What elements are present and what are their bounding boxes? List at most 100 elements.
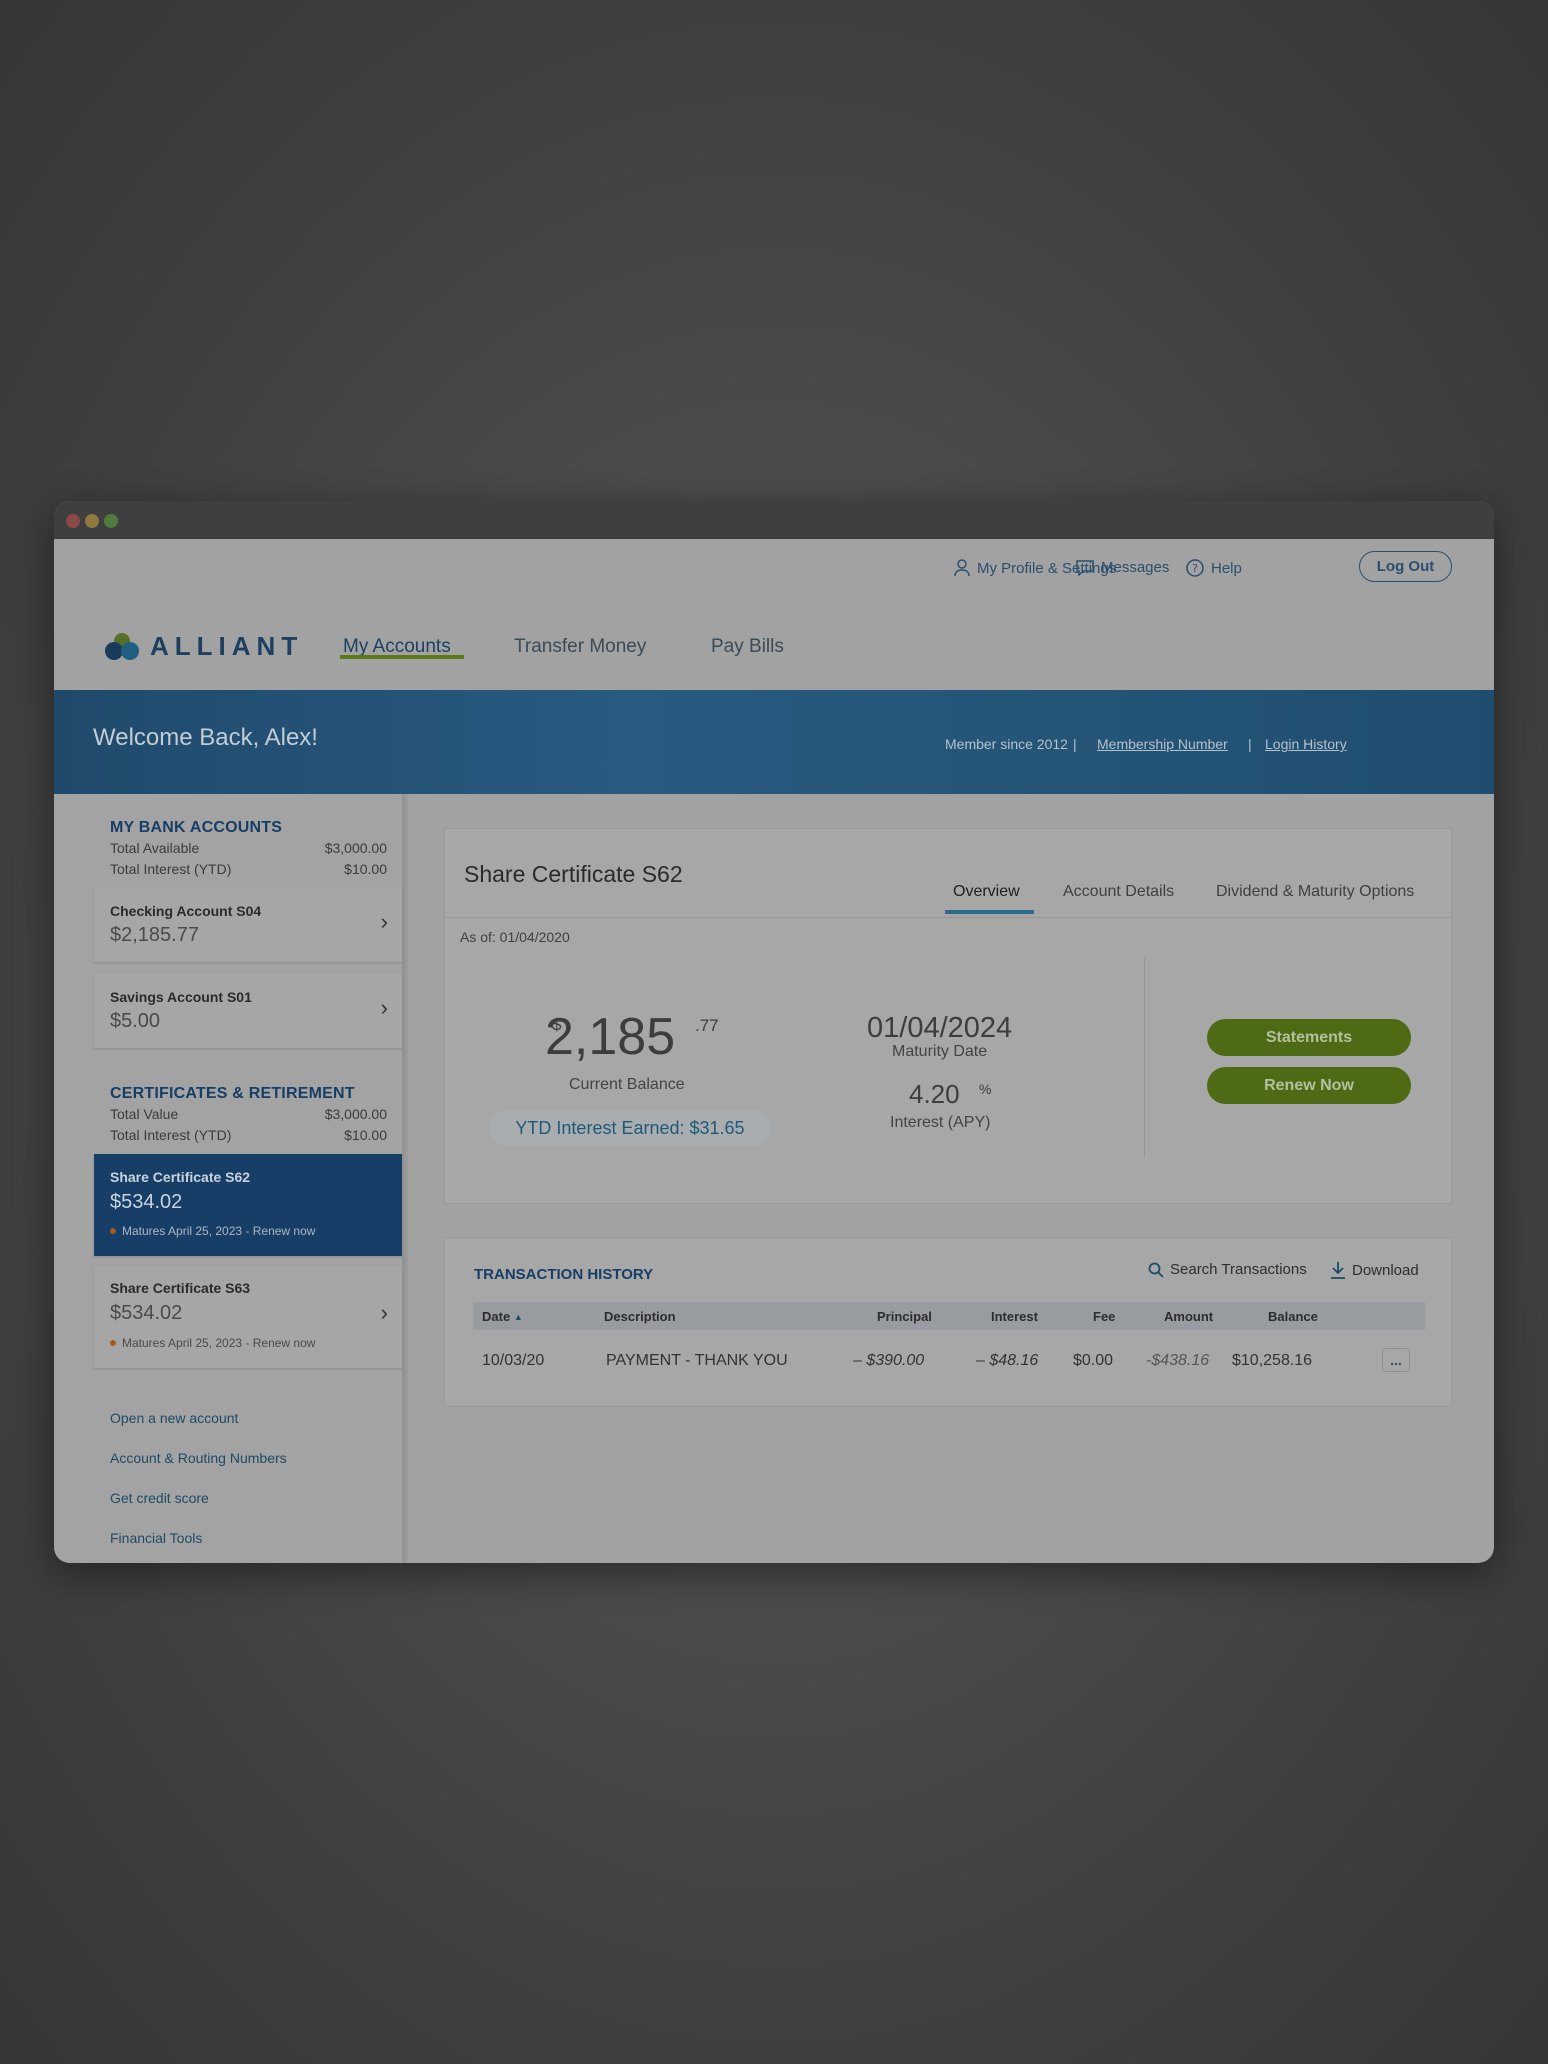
maturity-note[interactable]: Matures April 25, 2023 - Renew now: [110, 1336, 315, 1350]
messages-label: Messages: [1101, 559, 1170, 576]
total-available-label: Total Available: [110, 840, 200, 856]
column-date[interactable]: Date ▲: [482, 1309, 523, 1324]
alliant-logo[interactable]: ALLIANT: [104, 631, 303, 662]
column-principal: Principal: [877, 1309, 932, 1324]
messages-link[interactable]: Messages: [1076, 559, 1169, 576]
maturity-date-label: Maturity Date: [892, 1043, 988, 1060]
login-history-link[interactable]: Login History: [1265, 736, 1347, 752]
row-principal: – $390.00: [853, 1352, 925, 1369]
column-fee: Fee: [1093, 1309, 1116, 1324]
maturity-note[interactable]: Matures April 25, 2023 - Renew now: [110, 1224, 315, 1238]
account-title: Share Certificate S62: [464, 861, 683, 887]
current-balance-label: Current Balance: [569, 1076, 685, 1093]
account-balance: $534.02: [110, 1191, 183, 1213]
logo-icon: [105, 632, 139, 660]
minimize-window-button[interactable]: [85, 514, 99, 528]
column-amount: Amount: [1164, 1309, 1214, 1324]
maturity-note-text: Matures April 25, 2023 - Renew now: [122, 1224, 316, 1238]
as-of-date: As of: 01/04/2020: [460, 929, 570, 945]
account-card-share-certificate-s63[interactable]: Share Certificate S63 $534.02 Matures Ap…: [94, 1266, 402, 1368]
row-date: 10/03/20: [482, 1352, 545, 1369]
account-card-checking[interactable]: Checking Account S04 $2,185.77 ›: [94, 887, 402, 962]
maximize-window-button[interactable]: [104, 514, 118, 528]
account-card-savings[interactable]: Savings Account S01 $5.00 ›: [94, 973, 402, 1048]
membership-number-link-text[interactable]: Membership Number: [1097, 736, 1228, 752]
chevron-right-icon: ›: [380, 995, 388, 1020]
tab-active-indicator: [945, 910, 1034, 914]
balance-cents: .77: [695, 1016, 719, 1035]
row-more-button[interactable]: ...: [1382, 1348, 1410, 1372]
total-available-value: $3,000.00: [324, 840, 387, 856]
utility-bar: My Profile & Settings Messages ? Help Lo…: [54, 539, 1494, 594]
total-value-label: Total Value: [110, 1106, 179, 1122]
total-available-row: Total Available $3,000.00: [110, 840, 387, 856]
transaction-history-panel: TRANSACTION HISTORY Search Transactions …: [444, 1237, 1452, 1407]
maturity-note-text: Matures April 25, 2023 - Renew now: [122, 1336, 316, 1350]
nav-transfer-money[interactable]: Transfer Money: [514, 636, 646, 658]
financial-tools-link[interactable]: Financial Tools: [110, 1530, 202, 1546]
account-name: Savings Account S01: [110, 989, 252, 1005]
welcome-message: Welcome Back, Alex!: [93, 724, 318, 751]
ytd-interest-badge: YTD Interest Earned: $31.65: [489, 1110, 771, 1146]
row-amount: -$438.16: [1146, 1352, 1210, 1369]
logout-button[interactable]: Log Out: [1359, 551, 1452, 582]
renew-now-button[interactable]: Renew Now: [1207, 1067, 1411, 1104]
total-value-row: Total Value $3,000.00: [110, 1106, 387, 1122]
tab-divider: [445, 917, 1451, 918]
message-icon: [1076, 559, 1094, 576]
apy-unit: %: [979, 1081, 992, 1097]
account-name: Share Certificate S62: [110, 1169, 251, 1185]
tab-overview[interactable]: Overview: [953, 883, 1020, 901]
column-interest: Interest: [991, 1309, 1038, 1324]
banner-separator: |: [1073, 736, 1077, 752]
row-fee: $0.00: [1073, 1352, 1114, 1369]
certs-total-interest-value: $10.00: [344, 1127, 387, 1143]
help-icon: ?: [1186, 559, 1204, 577]
download-icon: [1331, 1262, 1345, 1279]
maturity-date-value: 01/04/2024: [867, 1012, 1013, 1044]
chevron-right-icon: ›: [380, 1300, 388, 1325]
sort-icon[interactable]: ▲: [514, 1312, 523, 1322]
search-icon: [1148, 1262, 1164, 1278]
login-history-link-text[interactable]: Login History: [1265, 736, 1347, 752]
account-card-share-certificate-s62[interactable]: Share Certificate S62 $534.02 Matures Ap…: [94, 1154, 402, 1256]
window-titlebar: [54, 501, 1494, 539]
member-since: Member since 2012: [945, 736, 1068, 752]
help-link[interactable]: ? Help: [1186, 559, 1242, 577]
brand-name: ALLIANT: [150, 631, 304, 661]
account-name: Share Certificate S63: [110, 1280, 251, 1296]
certificate-overview-panel: Share Certificate S62 Overview Account D…: [444, 828, 1452, 1204]
credit-score-link[interactable]: Get credit score: [110, 1490, 209, 1506]
accounts-sidebar: MY BANK ACCOUNTS Total Available $3,000.…: [54, 794, 402, 1563]
row-interest: – $48.16: [976, 1352, 1039, 1369]
tab-account-details[interactable]: Account Details: [1063, 883, 1174, 901]
account-balance: $534.02: [110, 1302, 183, 1324]
row-description: PAYMENT - THANK YOU: [606, 1352, 788, 1369]
account-balance: $2,185.77: [110, 924, 199, 946]
browser-window: My Profile & Settings Messages ? Help Lo…: [54, 501, 1494, 1563]
nav-pay-bills[interactable]: Pay Bills: [711, 636, 784, 658]
account-balance: $5.00: [110, 1010, 161, 1032]
nav-active-indicator: [340, 655, 464, 659]
open-new-account-link[interactable]: Open a new account: [110, 1410, 238, 1426]
download-button[interactable]: Download: [1330, 1261, 1419, 1279]
balance-whole: 2,185: [545, 1008, 676, 1066]
column-balance: Balance: [1268, 1309, 1318, 1324]
user-icon: [954, 559, 970, 577]
bank-total-interest-value: $10.00: [344, 861, 387, 877]
banner-separator: |: [1248, 736, 1252, 752]
search-transactions-button[interactable]: Search Transactions: [1148, 1261, 1307, 1278]
routing-numbers-link[interactable]: Account & Routing Numbers: [110, 1450, 287, 1466]
status-dot-icon: [110, 1228, 116, 1234]
row-balance: $10,258.16: [1232, 1352, 1313, 1369]
statements-button[interactable]: Statements: [1207, 1019, 1411, 1056]
column-description: Description: [604, 1309, 676, 1324]
sidebar-divider: [402, 794, 409, 1563]
help-label: Help: [1211, 559, 1242, 577]
tab-dividend-maturity[interactable]: Dividend & Maturity Options: [1216, 883, 1414, 901]
close-window-button[interactable]: [66, 514, 80, 528]
status-dot-icon: [110, 1340, 116, 1346]
apy-value: 4.20: [909, 1079, 960, 1109]
column-date-label: Date: [482, 1309, 511, 1324]
membership-number-link[interactable]: Membership Number: [1097, 736, 1228, 752]
